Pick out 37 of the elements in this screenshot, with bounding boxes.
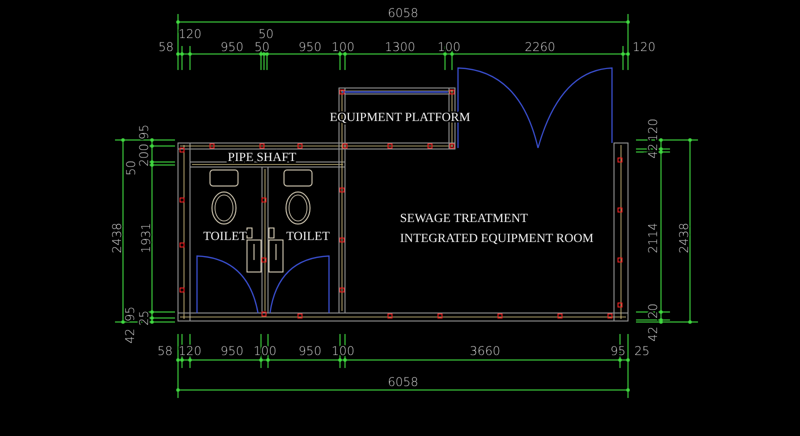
dimension-label: 3660 (470, 344, 500, 358)
dimension-label: 950 (220, 40, 244, 54)
room-label: TOILET (203, 229, 247, 243)
dimension-label: 25 (137, 310, 151, 326)
dimension-label: 50 (258, 27, 274, 41)
dimension-label: 120 (646, 118, 660, 142)
dimension-label: 2438 (677, 222, 691, 254)
dimension-label: 950 (298, 344, 322, 358)
dimension-label: 42 (123, 328, 137, 344)
dimension-label: 120 (632, 40, 656, 54)
room-label: SEWAGE TREATMENT (400, 211, 528, 225)
dimension-label: 95 (137, 124, 151, 140)
dimension-label: 950 (298, 40, 322, 54)
room-label: PIPE SHAFT (228, 150, 296, 164)
dimension-label: 58 (158, 40, 174, 54)
room-label: INTEGRATED EQUIPMENT ROOM (400, 231, 594, 245)
dimension-label: 42 (646, 143, 660, 159)
dimension-label: 6058 (388, 6, 418, 20)
dimension-label: 1300 (384, 40, 416, 54)
dimension-label: 100 (332, 40, 354, 54)
dimension-label: 95 (123, 306, 137, 322)
dimension-label: 2438 (110, 222, 124, 254)
dimension-label: 58 (157, 344, 173, 358)
dimension-label: 1931 (139, 222, 153, 254)
dimension-label: 50 (254, 40, 270, 54)
dimension-label: 2260 (524, 40, 556, 54)
dimension-label: 6058 (388, 375, 418, 389)
dimension-label: 50 (124, 160, 138, 176)
dimension-label: 2114 (646, 222, 660, 254)
dimension-label: 100 (438, 40, 460, 54)
dimension-label: 200 (137, 144, 151, 166)
dimension-label: 950 (220, 344, 244, 358)
room-label: TOILET (286, 229, 330, 243)
dimension-label: 25 (634, 344, 650, 358)
dimension-label: 20 (646, 303, 660, 319)
dimension-label: 120 (178, 27, 202, 41)
dimension-label: 42 (646, 326, 660, 342)
